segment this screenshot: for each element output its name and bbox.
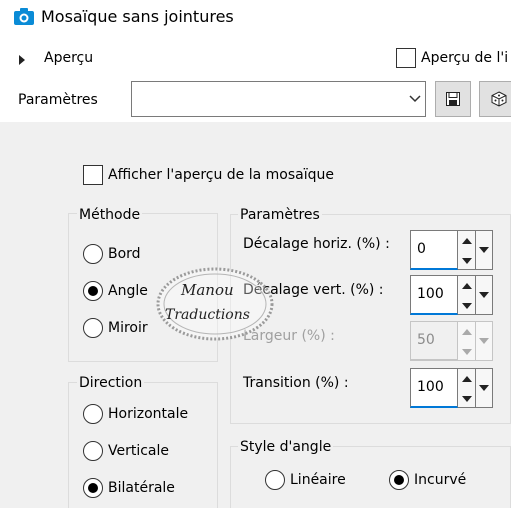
spin-up-icon — [458, 322, 475, 341]
spin-up-icon[interactable] — [458, 231, 475, 250]
preview-toggle-label[interactable]: Aperçu — [44, 50, 93, 66]
direction-label-verticale: Verticale — [108, 443, 170, 459]
direction-label-bilaterale: Bilatérale — [108, 480, 175, 496]
watermark-line1: Manou — [181, 281, 234, 299]
corner-label-lineaire: Linéaire — [290, 472, 346, 488]
direction-title: Direction — [77, 375, 145, 391]
width-spinbox: 50 — [410, 321, 494, 361]
vert-offset-stepper[interactable] — [458, 275, 476, 315]
watermark-stamp: Manou Traductions — [155, 265, 275, 343]
vert-offset-input[interactable]: 100 — [410, 275, 458, 315]
spin-down-icon — [458, 342, 475, 361]
save-preset-button[interactable] — [435, 81, 471, 117]
corner-label-incurve: Incurvé — [414, 472, 467, 488]
transition-spinbox[interactable]: 100 — [410, 368, 494, 408]
direction-radio-bilaterale[interactable] — [83, 478, 103, 498]
show-mosaic-preview-checkbox[interactable] — [83, 165, 103, 185]
method-radio-miroir[interactable] — [83, 318, 103, 338]
title-bar: Mosaïque sans jointures — [0, 0, 511, 36]
window-title: Mosaïque sans jointures — [41, 7, 234, 26]
preset-dropdown[interactable] — [131, 81, 426, 117]
vert-offset-dropdown-icon[interactable] — [476, 275, 493, 315]
transition-dropdown-icon[interactable] — [476, 368, 493, 408]
corner-style-title: Style d'angle — [238, 439, 334, 455]
save-icon — [446, 92, 460, 106]
width-stepper — [458, 321, 476, 361]
spin-down-icon[interactable] — [458, 389, 475, 408]
method-label-bord: Bord — [108, 246, 141, 262]
width-dropdown-icon — [476, 321, 493, 361]
direction-radio-verticale[interactable] — [83, 441, 103, 461]
direction-radio-horizontale[interactable] — [83, 404, 103, 424]
spin-up-icon[interactable] — [458, 369, 475, 388]
parameters-title: Paramètres — [238, 207, 322, 223]
horiz-offset-spinbox[interactable]: 0 — [410, 230, 494, 270]
horiz-offset-stepper[interactable] — [458, 230, 476, 270]
vert-offset-spinbox[interactable]: 100 — [410, 275, 494, 315]
chevron-down-icon[interactable] — [405, 82, 425, 116]
corner-radio-lineaire[interactable] — [265, 470, 285, 490]
spin-down-icon[interactable] — [458, 251, 475, 270]
presets-label: Paramètres — [18, 92, 98, 108]
method-radio-angle[interactable] — [83, 281, 103, 301]
method-label-angle: Angle — [108, 283, 148, 299]
width-input: 50 — [410, 321, 458, 361]
direction-label-horizontale: Horizontale — [108, 406, 189, 422]
corner-radio-incurve[interactable] — [389, 470, 409, 490]
spin-down-icon[interactable] — [458, 296, 475, 315]
show-mosaic-preview-label: Afficher l'aperçu de la mosaïque — [108, 167, 334, 183]
live-preview-checkbox[interactable] — [396, 48, 416, 68]
method-title: Méthode — [77, 207, 143, 223]
camera-icon — [14, 8, 34, 25]
transition-label: Transition (%) : — [243, 375, 349, 391]
randomize-button[interactable] — [479, 81, 511, 117]
method-radio-bord[interactable] — [83, 244, 103, 264]
horiz-offset-dropdown-icon[interactable] — [476, 230, 493, 270]
horiz-offset-label: Décalage horiz. (%) : — [243, 236, 390, 252]
dice-icon — [491, 91, 507, 107]
transition-stepper[interactable] — [458, 368, 476, 408]
method-label-miroir: Miroir — [108, 320, 148, 336]
expand-triangle-icon[interactable] — [19, 55, 25, 65]
live-preview-label: Aperçu de l'i — [421, 50, 509, 66]
transition-input[interactable]: 100 — [410, 368, 458, 408]
watermark-line2: Traductions — [165, 307, 250, 323]
horiz-offset-input[interactable]: 0 — [410, 230, 458, 270]
watermark-frame — [156, 267, 274, 341]
spin-up-icon[interactable] — [458, 276, 475, 295]
